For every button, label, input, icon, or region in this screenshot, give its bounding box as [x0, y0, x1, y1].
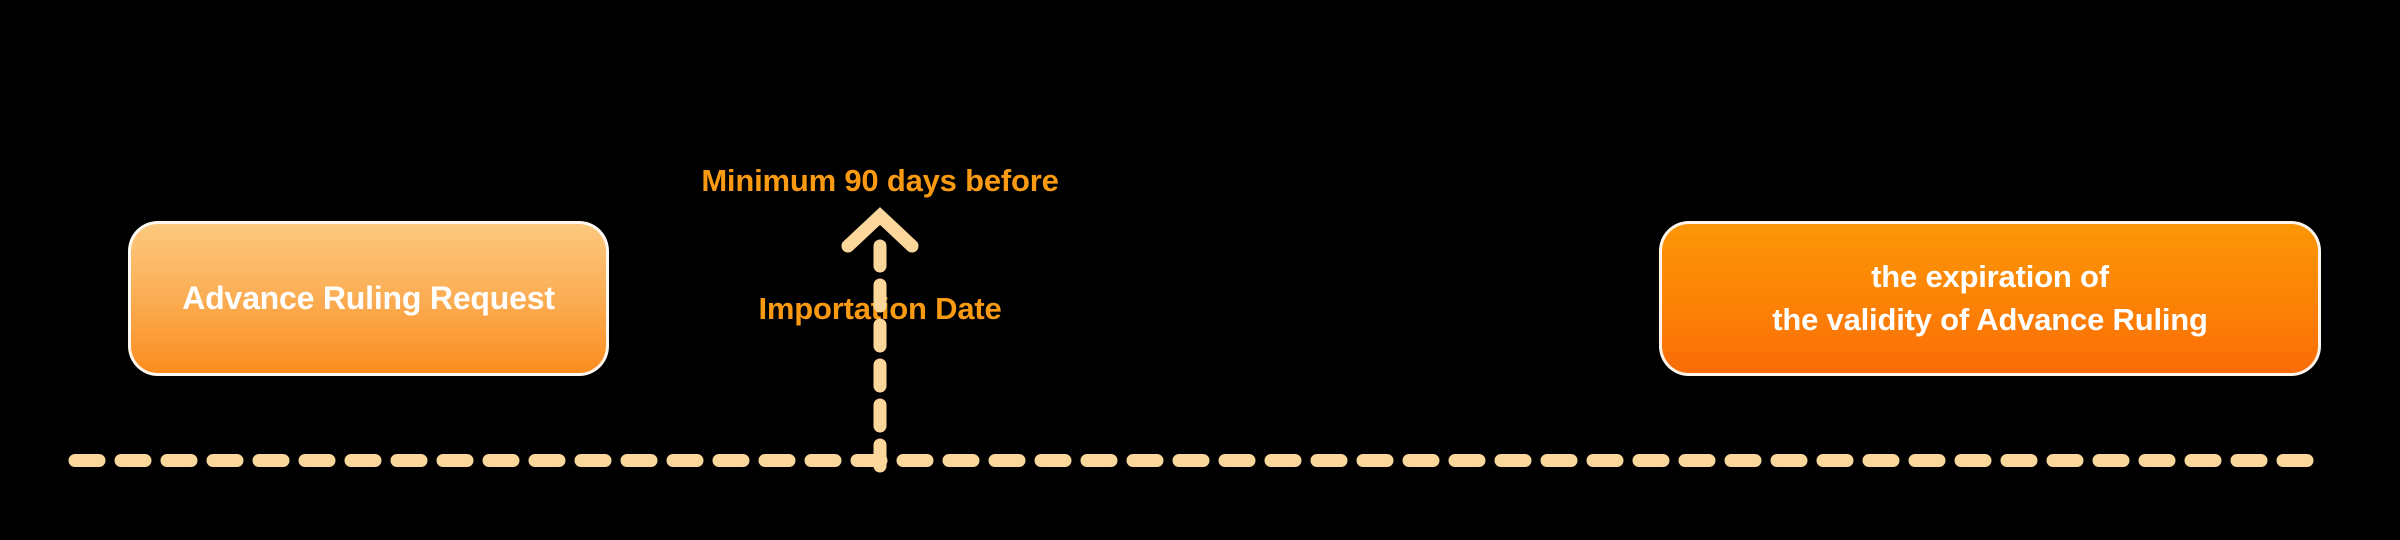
node-expiration-of-validity-label: the expiration of the validity of Advanc… — [1772, 256, 2208, 341]
node-label-line-1: the expiration of — [1871, 259, 2109, 295]
dashed-timeline-svg — [68, 454, 2324, 467]
dashed-up-arrow — [838, 207, 922, 473]
dashed-up-arrow-svg — [841, 207, 919, 473]
node-advance-ruling-request-label: Advance Ruling Request — [182, 280, 555, 317]
node-label-line-1: Advance Ruling Request — [182, 280, 555, 316]
diagram-canvas: Minimum 90 days before Importation Date … — [0, 0, 2400, 540]
node-advance-ruling-request[interactable]: Advance Ruling Request — [128, 221, 609, 376]
node-label-line-2: the validity of Advance Ruling — [1772, 301, 2208, 337]
dashed-timeline-axis — [68, 453, 2324, 468]
node-expiration-of-validity[interactable]: the expiration of the validity of Advanc… — [1659, 221, 2321, 376]
annotation-line-1: Minimum 90 days before — [701, 162, 1059, 198]
